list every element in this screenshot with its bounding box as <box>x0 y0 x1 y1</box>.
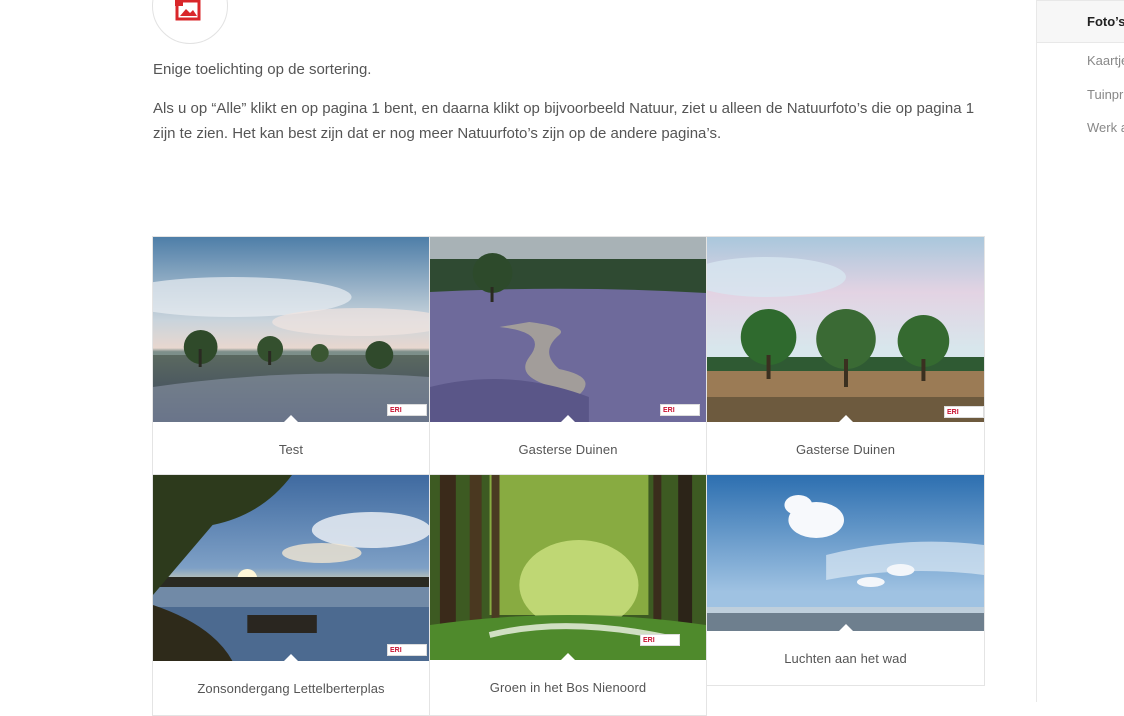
watermark-logo: ERI <box>640 634 680 646</box>
gallery-item[interactable]: Luchten aan het wad <box>706 474 985 686</box>
photo-wadden-sky[interactable] <box>707 475 984 631</box>
caption-notch <box>838 415 853 422</box>
sidebar-item-tuinpr[interactable]: Tuinpr <box>1087 87 1123 102</box>
caption-notch <box>838 624 853 631</box>
gallery-item[interactable]: ERI Groen in het Bos Nienoord <box>429 474 707 716</box>
photo-trees-field[interactable] <box>707 237 984 422</box>
gallery-item[interactable]: ERI Zonsondergang Lettelberterplas <box>152 474 430 716</box>
page-icon-badge <box>152 0 228 44</box>
photo-sunset-lake[interactable] <box>153 475 429 661</box>
sidebar-nav: Foto’s Kaartjes Tuinpr Werk a <box>1036 0 1124 702</box>
gallery-item[interactable]: ERI Gasterse Duinen <box>429 236 707 475</box>
intro-paragraph: Als u op “Alle” klikt en op pagina 1 ben… <box>153 100 975 142</box>
gallery-caption[interactable]: Gasterse Duinen <box>430 442 706 457</box>
sidebar-item-kaartjes[interactable]: Kaartjes <box>1087 53 1124 68</box>
photos-icon <box>175 0 201 21</box>
gallery-caption[interactable]: Groen in het Bos Nienoord <box>430 680 706 695</box>
sidebar-item-werk[interactable]: Werk a <box>1087 120 1124 135</box>
watermark-logo: ERI <box>660 404 700 416</box>
photo-heath-sky[interactable] <box>153 237 429 422</box>
watermark-logo: ERI <box>944 406 984 418</box>
gallery-caption[interactable]: Gasterse Duinen <box>707 442 984 457</box>
caption-notch <box>284 415 298 422</box>
gallery-caption[interactable]: Test <box>153 442 429 457</box>
caption-notch <box>284 654 298 661</box>
watermark-logo: ERI <box>387 644 427 656</box>
watermark-logo: ERI <box>387 404 427 416</box>
gallery-item[interactable]: ERI Gasterse Duinen <box>706 236 985 475</box>
intro-text: Enige toelichting op de sortering. <box>153 61 372 78</box>
gallery-caption[interactable]: Luchten aan het wad <box>707 651 984 666</box>
caption-notch <box>561 415 575 422</box>
photo-heather-path[interactable] <box>430 237 706 422</box>
photo-gallery: ERI Test ERI Gasterse Duinen ERI Gasters… <box>152 236 985 716</box>
caption-notch <box>561 653 575 660</box>
sidebar-item-fotos[interactable]: Foto’s <box>1087 14 1124 29</box>
gallery-item[interactable]: ERI Test <box>152 236 430 475</box>
photo-forest-lane[interactable] <box>430 475 706 660</box>
gallery-caption[interactable]: Zonsondergang Lettelberterplas <box>153 681 429 696</box>
